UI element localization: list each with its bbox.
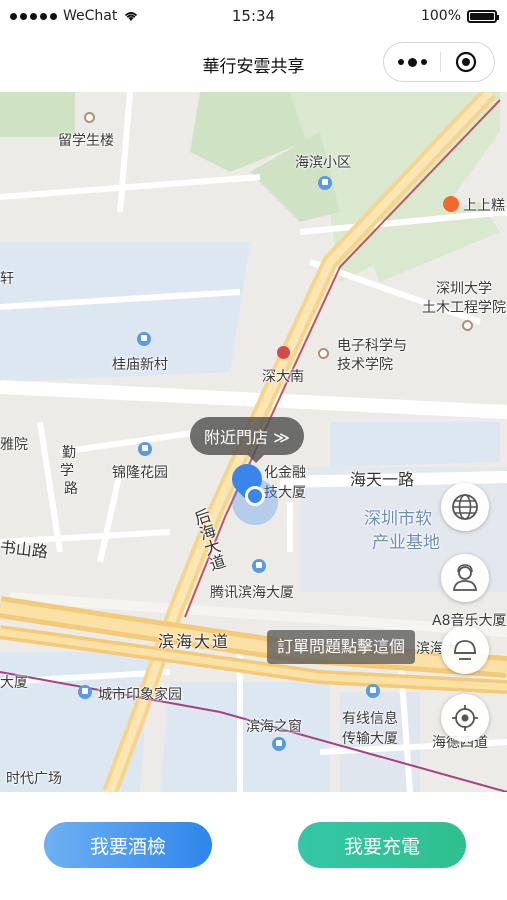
- customer-service-icon: [452, 564, 478, 591]
- breathalyzer-button[interactable]: 我要酒檢: [44, 822, 212, 868]
- map-label: 勤: [62, 445, 76, 461]
- scan-helmet-button[interactable]: [441, 626, 489, 674]
- map-label: 滨海之窗: [246, 719, 302, 735]
- miniprogram-capsule: [383, 42, 495, 82]
- poi-marker: [137, 332, 151, 346]
- more-button[interactable]: [384, 43, 440, 81]
- map-label: 深大南: [262, 369, 304, 385]
- locate-icon: [452, 705, 478, 731]
- map-label: 深圳市软: [364, 509, 432, 529]
- map-label: 大厦: [0, 675, 28, 691]
- bottom-action-bar: 我要酒檢 我要充電: [0, 792, 507, 900]
- target-close-icon: [455, 51, 477, 73]
- map-label: 深圳大学: [436, 281, 492, 297]
- map-label: 学: [60, 463, 74, 479]
- poi-marker: [366, 684, 380, 698]
- map-label: 滨海大道: [158, 632, 231, 651]
- metro-station-icon: [277, 346, 290, 359]
- map-view[interactable]: 留学生楼 海滨小区 上上糕 轩 深圳大学 土木工程学院 桂庙新村 电子科学与 技…: [0, 92, 507, 792]
- battery-icon: [467, 9, 499, 23]
- battery-label: 100%: [420, 8, 461, 24]
- map-label: 时代广场: [6, 771, 62, 787]
- poi-marker: [78, 685, 92, 699]
- map-label: 海滨小区: [295, 155, 351, 171]
- map-label: 路: [64, 481, 78, 497]
- battery-group: 100%: [420, 8, 499, 24]
- map-label: 技术学院: [337, 357, 393, 373]
- scan-helmet-icon: [454, 640, 476, 660]
- map-label: 城市印象家园: [98, 687, 182, 703]
- poi-marker: [272, 737, 286, 751]
- map-label: 传输大厦: [342, 731, 398, 747]
- poi-marker: [462, 320, 473, 331]
- charge-button[interactable]: 我要充電: [298, 822, 466, 868]
- order-issue-tip[interactable]: 訂單問題點擊這個: [267, 630, 416, 664]
- current-location-dot: [245, 486, 265, 506]
- map-label: 腾讯滨海大厦: [210, 585, 294, 601]
- map-label: 产业基地: [372, 533, 440, 553]
- more-icon: [397, 57, 427, 67]
- map-label: 留学生楼: [58, 133, 114, 149]
- poi-marker: [252, 559, 266, 573]
- locate-me-button[interactable]: [441, 694, 489, 742]
- map-label: 化金融: [264, 465, 306, 481]
- map-label: 有线信息: [342, 711, 398, 727]
- status-bar: WeChat 15:34 100%: [0, 0, 507, 34]
- map-label: 电子科学与: [337, 338, 407, 354]
- nav-bar: 華行安雲共享: [0, 34, 507, 92]
- close-miniprogram-button[interactable]: [438, 43, 494, 81]
- map-label: 土木工程学院: [422, 300, 506, 316]
- poi-marker: [318, 176, 332, 190]
- map-label: 桂庙新村: [112, 357, 168, 373]
- poi-marker: [138, 442, 152, 456]
- map-label: 雅院: [0, 437, 28, 453]
- customer-service-button[interactable]: [441, 554, 489, 602]
- map-label: 轩: [0, 271, 14, 287]
- nearby-stores-button[interactable]: 附近門店 ≫: [190, 417, 304, 463]
- globe-icon: [452, 494, 478, 520]
- globe-button[interactable]: [441, 483, 489, 531]
- map-label: 书山路: [0, 537, 49, 562]
- poi-marker: [318, 348, 329, 359]
- poi-marker: [84, 112, 95, 123]
- map-label: 海天一路: [350, 470, 415, 489]
- map-label: 锦隆花园: [112, 465, 168, 481]
- shangshang-icon: [443, 196, 459, 212]
- map-label: 上上糕: [463, 198, 505, 214]
